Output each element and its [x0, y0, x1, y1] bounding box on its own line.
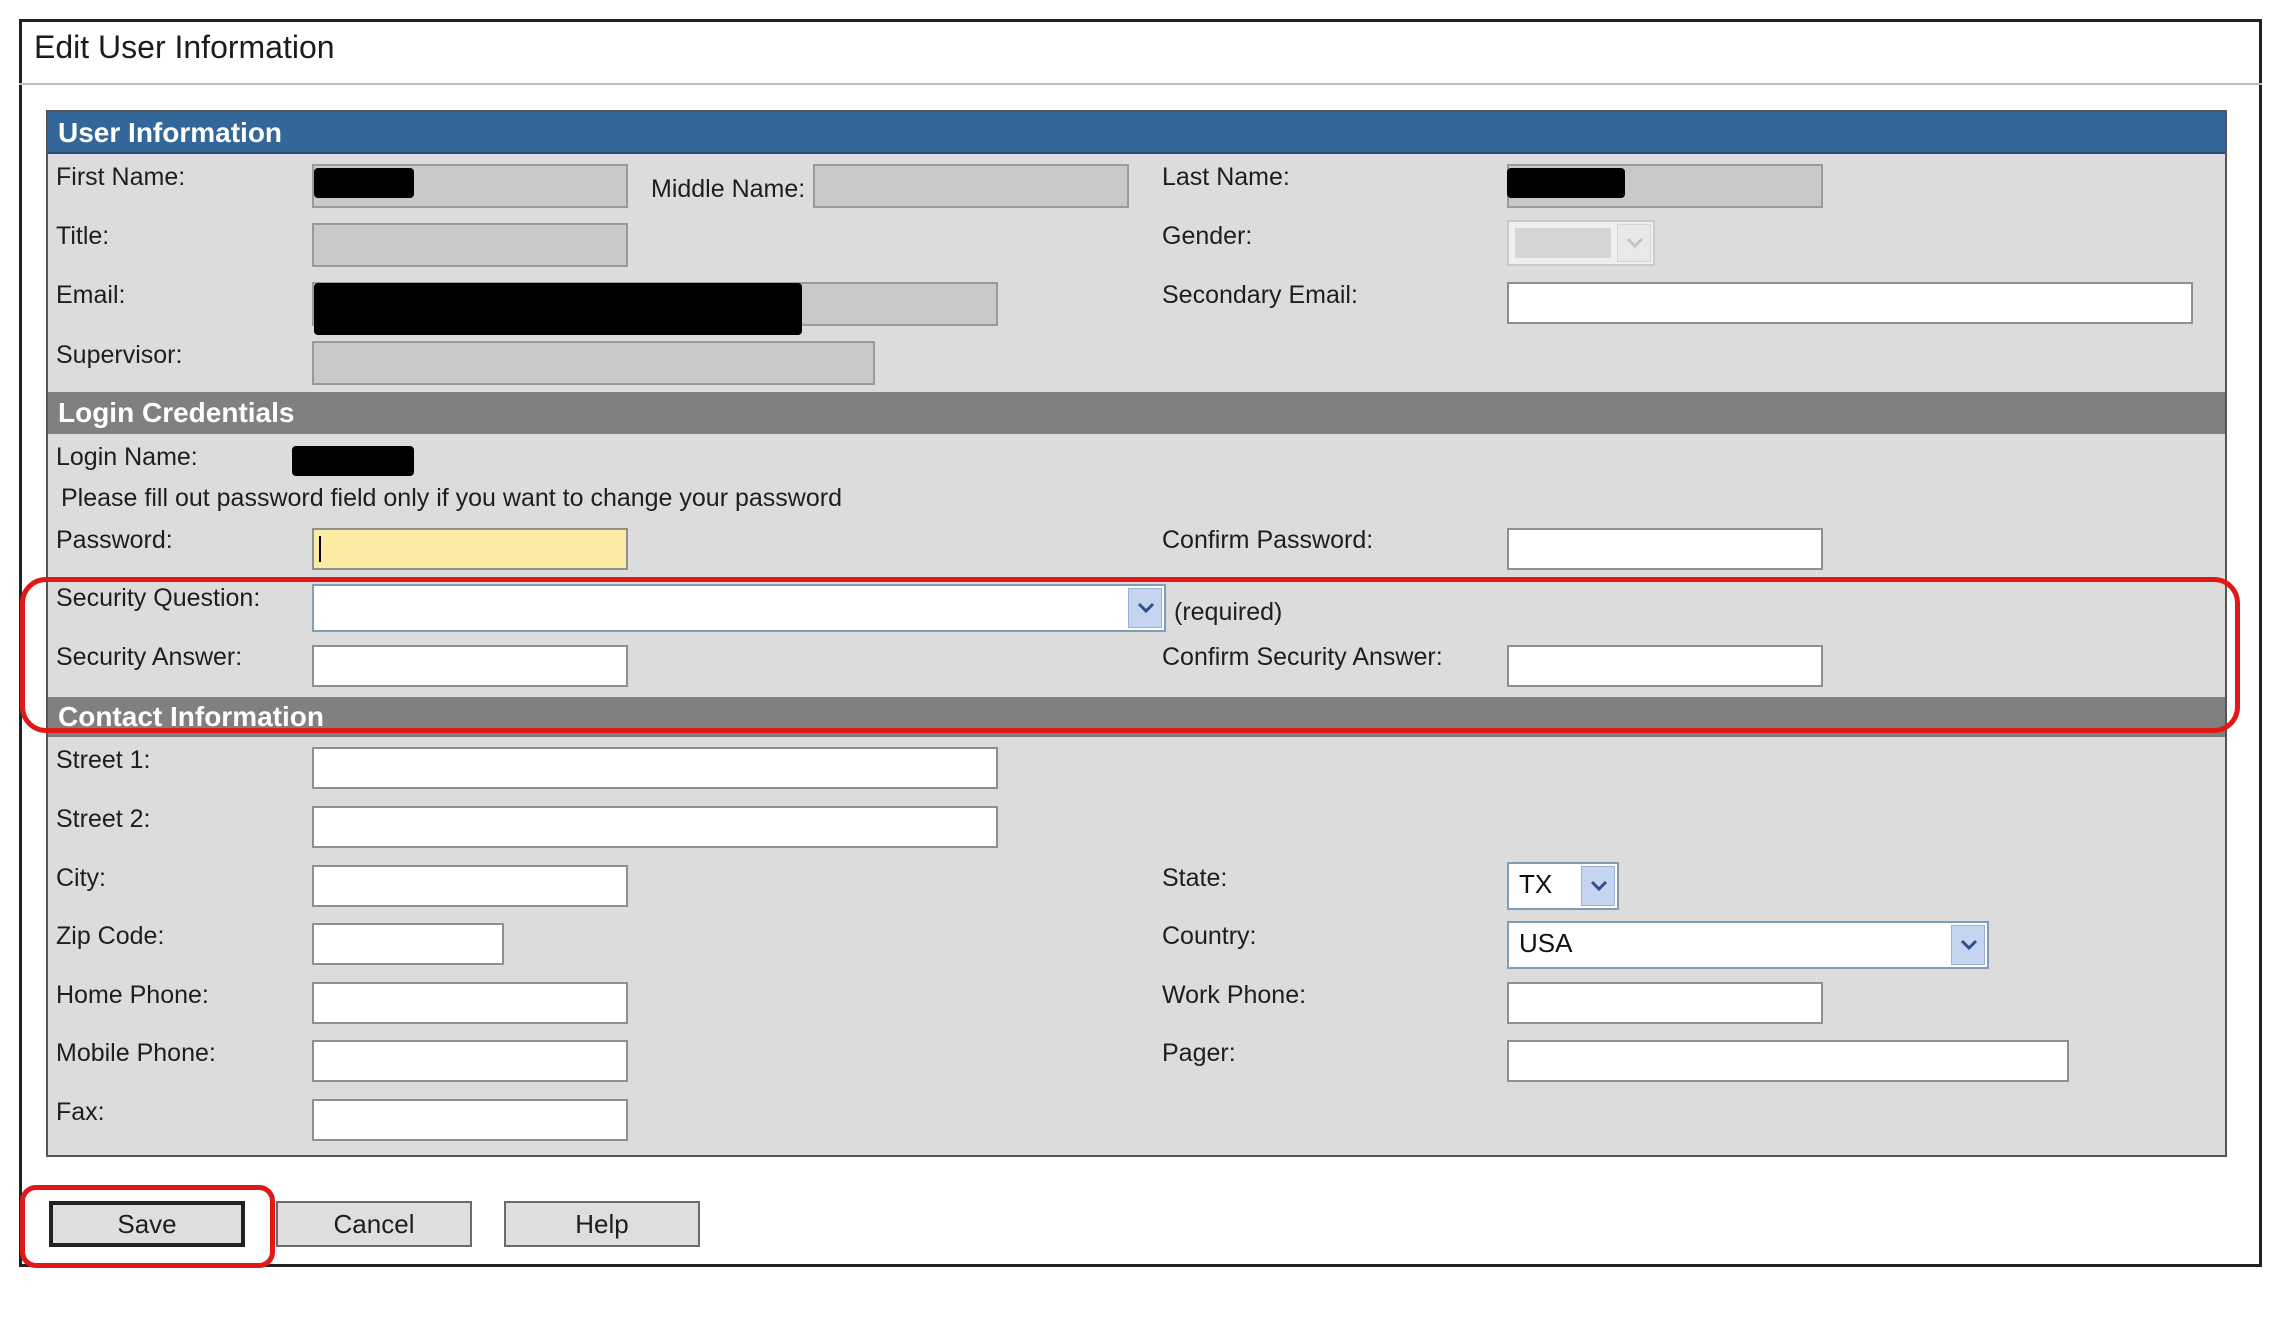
- fax-field[interactable]: [312, 1099, 628, 1141]
- home-phone-field[interactable]: [312, 982, 628, 1024]
- street2-field[interactable]: [312, 806, 998, 848]
- redacted-email: [314, 283, 802, 335]
- email-label: Email:: [56, 281, 126, 309]
- section-header-login-credentials: Login Credentials: [48, 392, 2225, 434]
- country-label: Country:: [1162, 922, 1257, 950]
- state-select-value: TX: [1519, 869, 1553, 899]
- gender-label: Gender:: [1162, 222, 1253, 250]
- country-select-value: USA: [1519, 928, 1573, 958]
- state-select[interactable]: TX: [1507, 862, 1619, 910]
- gender-select-value: [1515, 228, 1611, 258]
- chevron-down-icon: [1581, 866, 1615, 906]
- work-phone-label: Work Phone:: [1162, 981, 1307, 1009]
- password-note: Please fill out password field only if y…: [61, 484, 842, 512]
- middle-name-field[interactable]: [813, 164, 1129, 208]
- chevron-down-icon: [1617, 224, 1651, 262]
- zip-code-field[interactable]: [312, 923, 504, 965]
- mobile-phone-label: Mobile Phone:: [56, 1039, 216, 1067]
- redacted-last-name: [1507, 168, 1625, 198]
- country-select[interactable]: USA: [1507, 921, 1989, 969]
- title-field[interactable]: [312, 223, 628, 267]
- state-label: State:: [1162, 864, 1228, 892]
- street1-field[interactable]: [312, 747, 998, 789]
- secondary-email-field[interactable]: [1507, 282, 2193, 324]
- title-bar: [19, 19, 2262, 85]
- password-field[interactable]: [312, 528, 628, 570]
- supervisor-label: Supervisor:: [56, 341, 183, 369]
- home-phone-label: Home Phone:: [56, 981, 209, 1009]
- edit-user-page: Edit User Information User Information L…: [0, 0, 2277, 1342]
- redacted-first-name: [314, 168, 414, 198]
- highlight-security-fields: [20, 577, 2240, 733]
- last-name-label: Last Name:: [1162, 163, 1290, 191]
- confirm-password-field[interactable]: [1507, 528, 1823, 570]
- work-phone-field[interactable]: [1507, 982, 1823, 1024]
- mobile-phone-field[interactable]: [312, 1040, 628, 1082]
- city-field[interactable]: [312, 865, 628, 907]
- highlight-save-button: [20, 1185, 275, 1268]
- secondary-email-label: Secondary Email:: [1162, 281, 1358, 309]
- help-button[interactable]: Help: [504, 1201, 700, 1247]
- redacted-login-name: [292, 446, 414, 476]
- fax-label: Fax:: [56, 1098, 105, 1126]
- cancel-button[interactable]: Cancel: [276, 1201, 472, 1247]
- middle-name-label: Middle Name:: [651, 175, 806, 203]
- confirm-password-label: Confirm Password:: [1162, 526, 1374, 554]
- city-label: City:: [56, 864, 106, 892]
- login-name-label: Login Name:: [56, 443, 198, 471]
- chevron-down-icon: [1951, 925, 1985, 965]
- street1-label: Street 1:: [56, 746, 151, 774]
- pager-label: Pager:: [1162, 1039, 1236, 1067]
- page-title: Edit User Information: [34, 29, 335, 65]
- street2-label: Street 2:: [56, 805, 151, 833]
- gender-select[interactable]: [1507, 220, 1655, 266]
- password-label: Password:: [56, 526, 173, 554]
- title-label: Title:: [56, 222, 110, 250]
- section-header-user-information: User Information: [48, 112, 2225, 154]
- first-name-label: First Name:: [56, 163, 186, 191]
- pager-field[interactable]: [1507, 1040, 2069, 1082]
- supervisor-field[interactable]: [312, 341, 875, 385]
- text-cursor: [319, 536, 321, 562]
- zip-code-label: Zip Code:: [56, 922, 165, 950]
